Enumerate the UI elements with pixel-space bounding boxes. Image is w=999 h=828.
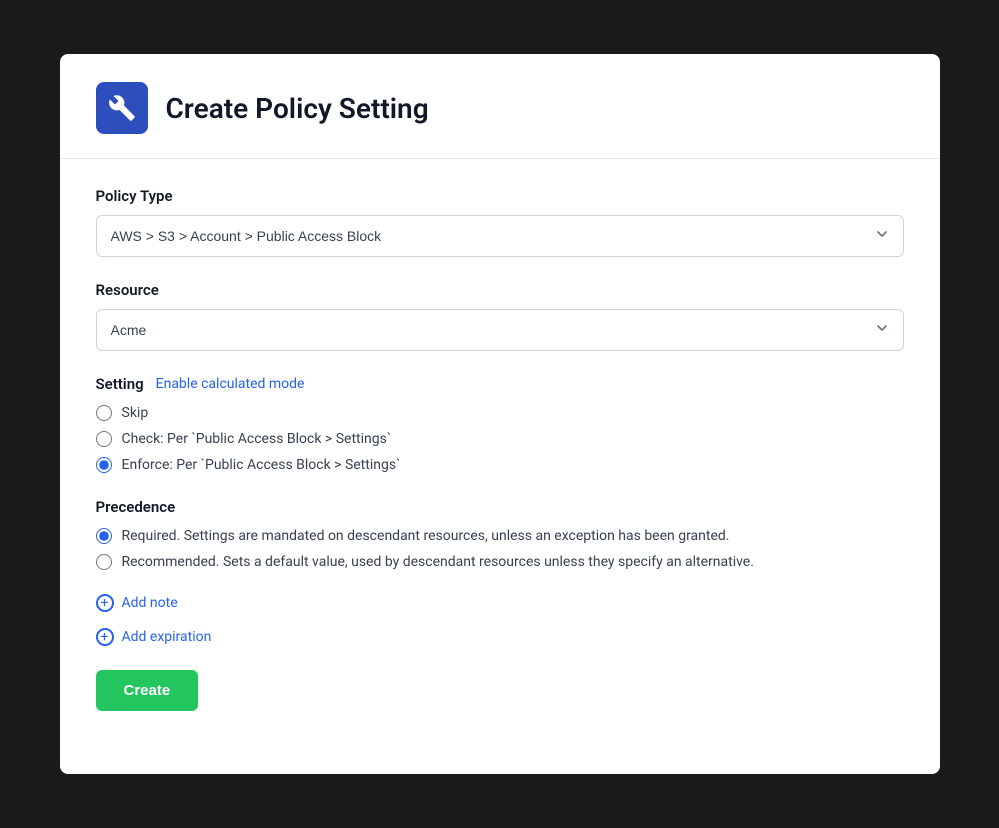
- add-note-label: Add note: [122, 595, 178, 611]
- policy-type-select[interactable]: AWS > S3 > Account > Public Access Block: [96, 215, 904, 257]
- header-icon: [96, 82, 148, 134]
- enable-calculated-link[interactable]: Enable calculated mode: [156, 376, 305, 392]
- create-button[interactable]: Create: [96, 670, 199, 711]
- precedence-required-radio[interactable]: [96, 528, 112, 544]
- setting-group: Setting Enable calculated mode Skip Chec…: [96, 375, 904, 473]
- resource-select[interactable]: Acme: [96, 309, 904, 351]
- precedence-recommended-label[interactable]: Recommended. Sets a default value, used …: [122, 554, 754, 570]
- policy-type-select-wrapper: AWS > S3 > Account > Public Access Block: [96, 215, 904, 257]
- add-note-icon: +: [96, 594, 114, 612]
- setting-label: Setting: [96, 375, 144, 393]
- add-expiration-icon: +: [96, 628, 114, 646]
- precedence-group: Precedence Required. Settings are mandat…: [96, 497, 904, 570]
- resource-select-wrapper: Acme: [96, 309, 904, 351]
- wrench-icon: [108, 94, 136, 122]
- modal-body: Policy Type AWS > S3 > Account > Public …: [60, 159, 940, 747]
- setting-check-radio[interactable]: [96, 431, 112, 447]
- setting-check-label[interactable]: Check: Per `Public Access Block > Settin…: [122, 431, 392, 447]
- policy-type-label: Policy Type: [96, 187, 904, 205]
- policy-type-group: Policy Type AWS > S3 > Account > Public …: [96, 187, 904, 257]
- precedence-label: Precedence: [96, 498, 176, 516]
- precedence-required-option: Required. Settings are mandated on desce…: [96, 528, 904, 544]
- setting-enforce-option: Enforce: Per `Public Access Block > Sett…: [96, 457, 904, 473]
- add-expiration-link[interactable]: + Add expiration: [96, 628, 904, 646]
- add-expiration-label: Add expiration: [122, 629, 212, 645]
- precedence-recommended-option: Recommended. Sets a default value, used …: [96, 554, 904, 570]
- precedence-radio-group: Required. Settings are mandated on desce…: [96, 528, 904, 570]
- setting-skip-label[interactable]: Skip: [122, 405, 149, 421]
- resource-group: Resource Acme: [96, 281, 904, 351]
- modal-container: Create Policy Setting Policy Type AWS > …: [60, 54, 940, 774]
- precedence-required-label[interactable]: Required. Settings are mandated on desce…: [122, 528, 730, 544]
- setting-enforce-label[interactable]: Enforce: Per `Public Access Block > Sett…: [122, 457, 401, 473]
- resource-label: Resource: [96, 281, 904, 299]
- page-title: Create Policy Setting: [166, 92, 429, 125]
- add-note-link[interactable]: + Add note: [96, 594, 904, 612]
- setting-skip-option: Skip: [96, 405, 904, 421]
- setting-radio-group: Skip Check: Per `Public Access Block > S…: [96, 405, 904, 473]
- setting-check-option: Check: Per `Public Access Block > Settin…: [96, 431, 904, 447]
- modal-header: Create Policy Setting: [60, 54, 940, 159]
- precedence-recommended-radio[interactable]: [96, 554, 112, 570]
- setting-enforce-radio[interactable]: [96, 457, 112, 473]
- setting-skip-radio[interactable]: [96, 405, 112, 421]
- setting-label-row: Setting Enable calculated mode: [96, 375, 904, 393]
